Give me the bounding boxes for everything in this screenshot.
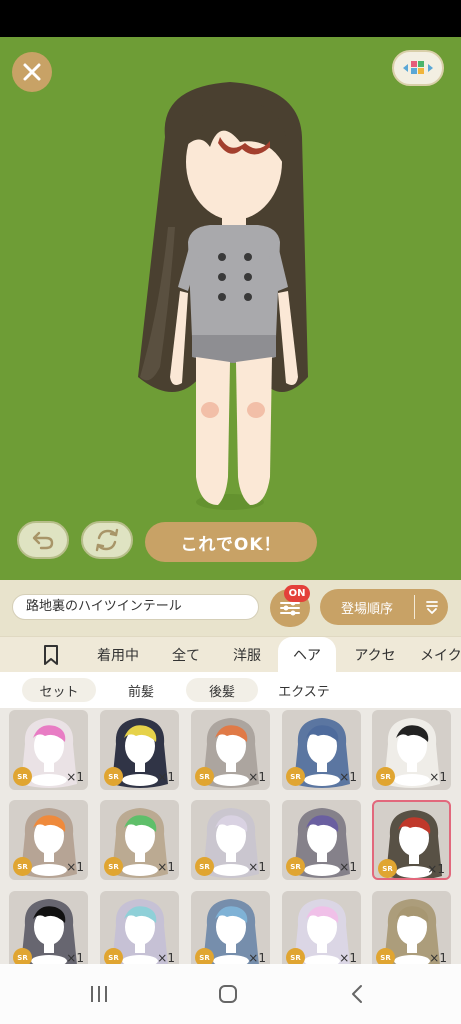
- item-grid: SR ×1 SR ×1 SR ×1 SR ×1 SR ×1 SR ×1 SR ×1 SR ×1 SR ×1 SR ×1…: [0, 708, 461, 964]
- tab-wearing[interactable]: 着用中: [86, 637, 150, 673]
- item-quantity: ×1: [157, 951, 175, 964]
- item-quantity: ×1: [66, 770, 84, 784]
- hair-item-card[interactable]: SR ×1: [100, 710, 179, 790]
- hair-item-card[interactable]: SR ×1: [9, 800, 88, 880]
- rarity-badge: SR: [286, 948, 305, 964]
- recent-apps-icon: [91, 986, 107, 1002]
- hair-item-card[interactable]: SR ×1: [191, 800, 270, 880]
- item-quantity: ×1: [429, 951, 447, 964]
- hair-item-card[interactable]: SR ×1: [191, 891, 270, 964]
- hair-subtabs: セット 前髪 後髪 エクステ: [0, 672, 461, 708]
- sort-divider: [414, 595, 415, 619]
- close-button[interactable]: [12, 52, 52, 92]
- item-quantity: ×1: [248, 951, 266, 964]
- search-bar-row: 路地裏のハイツインテール ON 登場順序: [0, 580, 461, 636]
- sort-order-icon[interactable]: [424, 599, 440, 615]
- rarity-badge: SR: [104, 948, 123, 964]
- avatar-stage: これでOK！: [0, 37, 461, 580]
- item-quantity: ×1: [157, 770, 175, 784]
- rarity-badge: SR: [195, 767, 214, 786]
- app-screen: これでOK！ 路地裏のハイツインテール ON 登場順序 着用中 全て 洋服 ヘア…: [0, 0, 461, 1024]
- rarity-badge: SR: [195, 948, 214, 964]
- filter-on-badge: ON: [284, 585, 310, 602]
- home-icon: [219, 985, 237, 1003]
- item-quantity: ×1: [66, 951, 84, 964]
- search-input[interactable]: 路地裏のハイツインテール: [12, 594, 259, 620]
- hair-item-card[interactable]: SR ×1: [282, 800, 361, 880]
- tab-accessories[interactable]: アクセ: [346, 637, 404, 673]
- tab-clothes[interactable]: 洋服: [222, 637, 272, 673]
- hair-item-card[interactable]: SR ×1: [372, 710, 451, 790]
- color-palette-button[interactable]: [392, 50, 444, 86]
- undo-button[interactable]: [17, 521, 69, 559]
- category-tabs: 着用中 全て 洋服 ヘア アクセ メイク: [0, 636, 461, 673]
- subtab-set[interactable]: セット: [22, 678, 96, 702]
- rarity-badge: SR: [13, 948, 32, 964]
- item-quantity: ×1: [339, 860, 357, 874]
- rarity-badge: SR: [13, 767, 32, 786]
- rotate-button[interactable]: [81, 521, 133, 559]
- bookmark-tab[interactable]: [36, 637, 66, 673]
- close-icon: [23, 63, 41, 81]
- back-icon: [352, 985, 362, 1003]
- subtab-back-hair[interactable]: 後髪: [186, 678, 258, 702]
- hair-item-card[interactable]: SR ×1: [191, 710, 270, 790]
- hair-item-card[interactable]: SR ×1: [9, 891, 88, 964]
- item-quantity: ×1: [339, 951, 357, 964]
- recent-apps-button[interactable]: [86, 982, 112, 1006]
- hair-item-card[interactable]: SR ×1: [282, 710, 361, 790]
- rarity-badge: SR: [376, 948, 395, 964]
- item-quantity: ×1: [339, 770, 357, 784]
- rarity-badge: SR: [195, 857, 214, 876]
- rarity-badge: SR: [13, 857, 32, 876]
- system-nav-bar: [0, 964, 461, 1024]
- item-quantity: ×1: [66, 860, 84, 874]
- rarity-badge: SR: [286, 857, 305, 876]
- tab-hair[interactable]: ヘア: [278, 637, 336, 673]
- subtab-bangs[interactable]: 前髪: [110, 678, 172, 702]
- palette-grid-icon: [403, 61, 433, 74]
- avatar-character: [138, 82, 308, 510]
- status-bar: [0, 0, 461, 37]
- item-quantity: ×1: [157, 860, 175, 874]
- hair-item-card[interactable]: SR ×1: [100, 800, 179, 880]
- rotate-icon: [95, 528, 119, 552]
- item-quantity: ×1: [248, 770, 266, 784]
- sort-button[interactable]: 登場順序: [320, 589, 448, 625]
- rarity-badge: SR: [104, 857, 123, 876]
- rarity-badge: SR: [104, 767, 123, 786]
- subtab-extensions[interactable]: エクステ: [268, 678, 340, 702]
- undo-icon: [32, 531, 54, 550]
- home-button[interactable]: [215, 982, 241, 1006]
- item-quantity: ×1: [429, 770, 447, 784]
- back-button[interactable]: [344, 982, 370, 1006]
- hair-item-card[interactable]: SR ×1: [100, 891, 179, 964]
- rarity-badge: SR: [376, 767, 395, 786]
- hair-item-card[interactable]: SR ×1: [282, 891, 361, 964]
- hair-item-card[interactable]: SR ×1: [372, 891, 451, 964]
- rarity-badge: SR: [286, 767, 305, 786]
- hair-item-card[interactable]: SR ×1: [9, 710, 88, 790]
- bookmark-icon: [44, 645, 58, 665]
- item-quantity: ×1: [248, 860, 266, 874]
- sort-label: 登場順序: [340, 601, 393, 617]
- hair-item-card[interactable]: SR ×1: [372, 800, 451, 880]
- confirm-ok-button[interactable]: これでOK！: [145, 522, 317, 562]
- tab-all[interactable]: 全て: [160, 637, 212, 673]
- tab-makeup[interactable]: メイク: [420, 637, 461, 673]
- rarity-badge: SR: [378, 859, 397, 878]
- item-quantity: ×1: [427, 862, 445, 876]
